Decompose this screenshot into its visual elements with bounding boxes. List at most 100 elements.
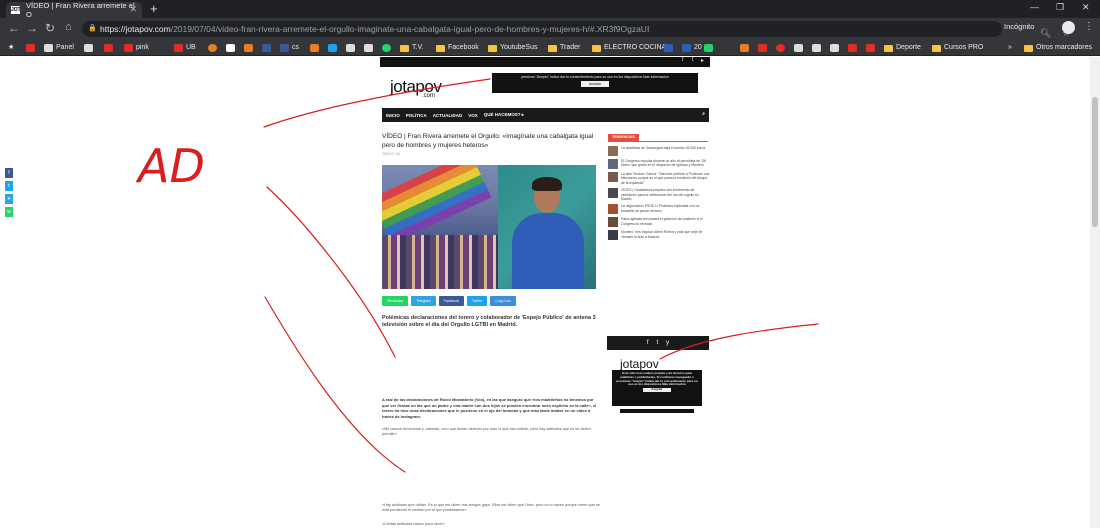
nav-inicio[interactable]: INICIO (386, 113, 400, 118)
bookmark-facebook-icon[interactable] (262, 42, 271, 54)
bookmark-icon[interactable] (794, 42, 803, 54)
close-window-icon[interactable]: ✕ (1082, 2, 1090, 13)
share-copy-link-button[interactable]: Copy Link (490, 296, 516, 306)
home-icon[interactable]: ⌂ (65, 21, 72, 33)
bookmark-pink[interactable]: pink (124, 42, 149, 54)
new-tab-button[interactable]: + (150, 1, 158, 16)
float-facebook-icon[interactable]: f (5, 168, 13, 178)
top-social-strip: f t ▸ (380, 57, 710, 67)
trending-thumbnail (608, 146, 618, 156)
facebook-icon[interactable]: f (682, 57, 684, 63)
bookmark-deporte[interactable]: Deporte (884, 42, 921, 54)
page-scrollbar[interactable] (1090, 57, 1100, 528)
trending-item[interactable]: El Congreso expulsa durante un año al pe… (608, 159, 710, 169)
search-icon[interactable]: ⌕ (702, 111, 705, 117)
bookmark-20[interactable]: 20 (682, 42, 702, 54)
float-twitter-icon[interactable]: t (5, 181, 13, 191)
nav-actualidad[interactable]: ACTUALIDAD (433, 113, 463, 118)
address-bar[interactable]: 🔒 https://jotapov.com/2019/07/04/video-f… (82, 21, 1070, 38)
incognito-icon[interactable] (1062, 21, 1075, 34)
person-hair (532, 177, 562, 191)
youtube-icon[interactable]: ▸ (701, 57, 704, 64)
url-host: https://jotapov.com (100, 24, 171, 34)
crowd (382, 235, 498, 289)
twitter-icon[interactable]: t (657, 340, 659, 346)
nav-que-hacemos[interactable]: QUÉ HACEMOS? ▸ (484, 112, 524, 118)
trending-item[interactable]: La dice Teodoro García: "Sánchez prefier… (608, 172, 710, 185)
trending-item-title: La negociación PSOE-U Podemos explicada … (621, 204, 700, 213)
bookmark-icon[interactable] (244, 42, 253, 54)
bookmark-icon[interactable] (704, 42, 713, 54)
tab-title: VÍDEO | Fran Rivera arremete el O (26, 1, 135, 19)
trending-thumbnail (608, 172, 618, 182)
minimize-icon[interactable]: — (1030, 2, 1039, 12)
more-bookmarks-icon[interactable]: » (1008, 42, 1012, 54)
bookmark-star-icon[interactable]: ★ (8, 42, 14, 54)
float-whatsapp-icon[interactable]: w (5, 207, 13, 217)
bookmark-jot-icon[interactable] (84, 42, 93, 54)
twitter-icon[interactable]: t (692, 57, 694, 63)
bookmark-cs[interactable]: cs (280, 42, 299, 54)
reload-icon[interactable]: ↻ (45, 21, 55, 35)
trending-list: La alcaldesa de Ouarengue baja el sueldo… (608, 146, 710, 243)
share-twitter-button[interactable]: Twitter (466, 296, 488, 306)
trending-thumbnail (608, 230, 618, 241)
bookmark-icon[interactable] (812, 42, 821, 54)
float-telegram-icon[interactable]: ➤ (5, 194, 13, 204)
bookmark-icon[interactable] (848, 42, 857, 54)
bookmark-otros-marcadores[interactable]: Otros marcadores (1024, 42, 1092, 54)
bookmark-icon[interactable] (226, 42, 235, 54)
bookmark-tv[interactable]: T.V. (400, 42, 423, 54)
bookmark-icon[interactable] (364, 42, 373, 54)
bookmark-trader[interactable]: Trader (548, 42, 580, 54)
bookmark-ub[interactable]: UB (174, 42, 196, 54)
bookmark-icon[interactable] (740, 42, 749, 54)
bookmark-cursos-pro[interactable]: Cursos PRO (932, 42, 983, 54)
bookmark-youtubesus[interactable]: YoutubeSus (488, 42, 538, 54)
facebook-icon[interactable]: f (647, 340, 649, 346)
tab-active[interactable]: JOT VÍDEO | Fran Rivera arremete el O ✕ (6, 1, 142, 19)
bookmark-icon[interactable] (208, 42, 217, 54)
trending-item[interactable]: Montero 'Ves Inquisa' Albert Rivera y pi… (608, 230, 710, 241)
trending-item[interactable]: La negociación PSOE-U Podemos explicada … (608, 204, 710, 215)
bookmark-icon[interactable] (758, 42, 767, 54)
bookmark-icon[interactable] (346, 42, 355, 54)
bookmark-panel[interactable]: Panel (44, 42, 74, 54)
bookmark-icon[interactable] (776, 42, 785, 54)
sidebar-logo: jotapov (620, 357, 659, 371)
zoom-icon[interactable]: 🔍︎ (1040, 25, 1051, 41)
menu-icon[interactable]: ⋮ (1084, 21, 1094, 32)
close-tab-icon[interactable]: ✕ (129, 4, 137, 15)
cookie-text: presiona "Acepto" indica dar tu consenti… (521, 75, 669, 79)
bookmark-youtube-icon[interactable] (26, 42, 35, 54)
cookie-accept-button[interactable]: Aceptar (643, 387, 671, 392)
share-whatsapp-button[interactable]: WhatsApp (382, 296, 409, 306)
bookmark-icon[interactable] (310, 42, 319, 54)
article-paragraph: «Me parece fenómenal y, además, creo que… (382, 427, 591, 436)
bookmark-whatsapp-icon[interactable] (382, 42, 391, 54)
trending-item[interactable]: Pablo Iglesias renunciará el gobierno de… (608, 217, 710, 228)
maximize-icon[interactable]: ❐ (1056, 2, 1064, 13)
cookie-accept-button[interactable]: Aceptar (580, 81, 610, 87)
trending-item-title: Montero 'Ves Inquisa' Albert Rivera y pi… (621, 230, 703, 239)
share-facebook-button[interactable]: Facebook (438, 296, 464, 306)
forward-icon[interactable]: → (26, 21, 38, 35)
lock-icon: 🔒 (88, 25, 97, 32)
share-telegram-button[interactable]: Telegram (411, 296, 436, 306)
bookmark-label: cs (292, 44, 299, 51)
bookmark-twitter-icon[interactable] (328, 42, 337, 54)
bookmark-youtube-icon[interactable] (104, 42, 113, 54)
nav-vox[interactable]: VOX (468, 113, 478, 118)
bookmark-icon[interactable] (866, 42, 875, 54)
bookmark-electro-cocina[interactable]: ELECTRO COCINA (592, 42, 666, 54)
trending-item[interactable]: VÍDEO | Ciudadanos prepara otro incremen… (608, 188, 710, 201)
back-icon[interactable]: ← (8, 21, 20, 35)
bookmark-icon[interactable] (830, 42, 839, 54)
bookmark-icon[interactable] (664, 42, 673, 54)
nav-politica[interactable]: POLÍTICA (406, 113, 427, 118)
scrollbar-thumb[interactable] (1092, 97, 1098, 227)
trending-item[interactable]: La alcaldesa de Ouarengue baja el sueldo… (608, 146, 710, 156)
bookmark-facebook[interactable]: Facebook (436, 42, 479, 54)
cookie-banner-top: presiona "Acepto" indica dar tu consenti… (492, 73, 698, 93)
youtube-icon[interactable]: y (666, 340, 669, 346)
